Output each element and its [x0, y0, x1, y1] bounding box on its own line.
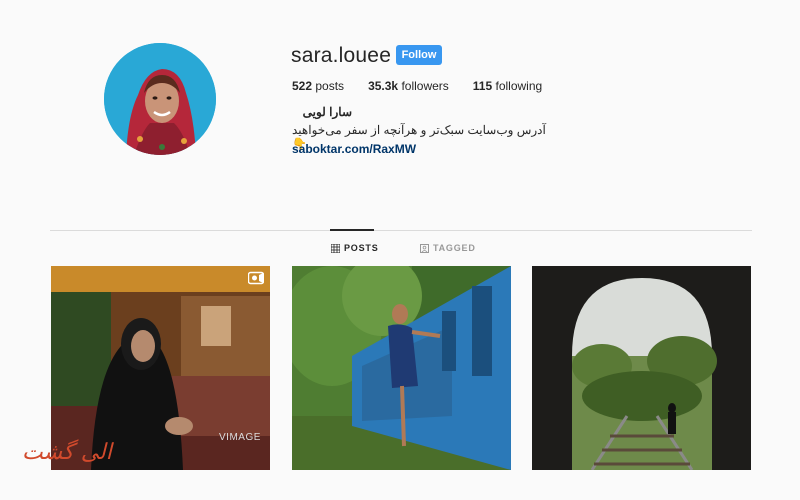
tab-posts-label: POSTS — [344, 243, 379, 253]
post-thumbnail[interactable] — [292, 266, 511, 470]
tag-icon — [420, 243, 429, 253]
profile-stats: 522 posts 35.3k followers 115 following — [292, 79, 566, 93]
following-label: following — [495, 79, 543, 93]
tab-tagged-label: TAGGED — [433, 243, 476, 253]
followers-label: followers — [401, 79, 449, 93]
post-thumbnail[interactable] — [532, 266, 751, 470]
profile-avatar[interactable] — [104, 43, 216, 155]
profile-username: sara.louee — [291, 44, 392, 67]
tab-posts[interactable]: POSTS — [331, 243, 379, 253]
bio-link[interactable]: saboktar.com/RaxMW — [292, 142, 416, 156]
tabs-divider — [50, 230, 752, 231]
active-tab-indicator — [330, 229, 374, 231]
profile-full-name: سارا لویی — [302, 105, 352, 119]
posts-label: posts — [315, 79, 345, 93]
posts-stat: 522 posts — [292, 79, 344, 93]
following-stat[interactable]: 115 following — [473, 79, 542, 93]
grid-icon — [331, 243, 340, 253]
posts-count: 522 — [292, 79, 313, 93]
post-watermark: VIMAGE — [219, 432, 261, 443]
tab-tagged[interactable]: TAGGED — [420, 243, 476, 253]
followers-stat[interactable]: 35.3k followers — [368, 79, 449, 93]
following-count: 115 — [472, 79, 493, 93]
site-watermark-logo: الی گشت — [22, 440, 112, 465]
follow-button[interactable]: Follow — [396, 45, 442, 65]
followers-count: 35.3k — [368, 79, 399, 93]
video-icon — [248, 271, 264, 285]
